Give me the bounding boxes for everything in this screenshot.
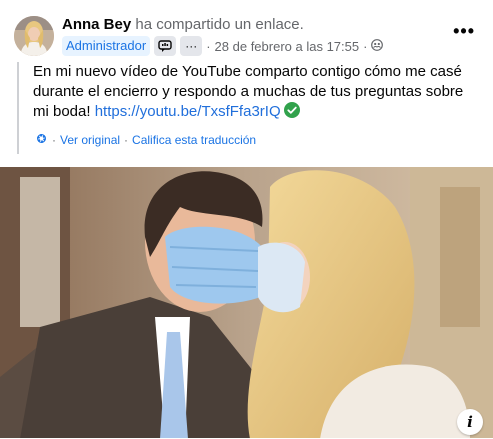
wedding-photo bbox=[0, 167, 493, 439]
see-original-link[interactable]: Ver original bbox=[60, 133, 120, 147]
post-meta: Administrador ··· · 28 de febrero a las … bbox=[62, 36, 384, 56]
translation-dot-2: · bbox=[124, 133, 129, 147]
post-text: En mi nuevo vídeo de YouTube comparto co… bbox=[33, 62, 471, 122]
post-header: Anna Bey ha compartido un enlace. bbox=[62, 15, 304, 35]
author-avatar[interactable] bbox=[14, 16, 54, 56]
translation-bar: · Ver original · Califica esta traducció… bbox=[35, 132, 256, 148]
meta-separator: · bbox=[206, 38, 211, 54]
translation-dot: · bbox=[52, 133, 56, 147]
info-icon[interactable]: i bbox=[457, 409, 483, 435]
rate-translation-link[interactable]: Califica esta traducción bbox=[132, 133, 256, 147]
youtube-link[interactable]: https://youtu.be/TxsfFfa3rIQ bbox=[95, 103, 281, 120]
post-options-button[interactable]: ••• bbox=[453, 22, 475, 40]
link-preview-image[interactable]: i bbox=[0, 167, 493, 439]
post-content: En mi nuevo vídeo de YouTube comparto co… bbox=[17, 62, 477, 154]
author-name[interactable]: Anna Bey bbox=[62, 16, 131, 33]
more-options-small-button[interactable]: ··· bbox=[180, 36, 203, 56]
avatar-image bbox=[14, 16, 54, 56]
message-icon[interactable] bbox=[154, 36, 177, 56]
check-circle-icon bbox=[283, 102, 300, 118]
group-icon[interactable] bbox=[371, 38, 384, 54]
role-badge[interactable]: Administrador bbox=[62, 36, 151, 56]
gear-icon[interactable] bbox=[35, 132, 48, 148]
post-date[interactable]: 28 de febrero a las 17:55 bbox=[215, 39, 360, 54]
post-card: Anna Bey ha compartido un enlace. Admini… bbox=[0, 0, 493, 439]
meta-separator-2: · bbox=[363, 38, 368, 54]
post-action-text: ha compartido un enlace. bbox=[131, 16, 304, 33]
